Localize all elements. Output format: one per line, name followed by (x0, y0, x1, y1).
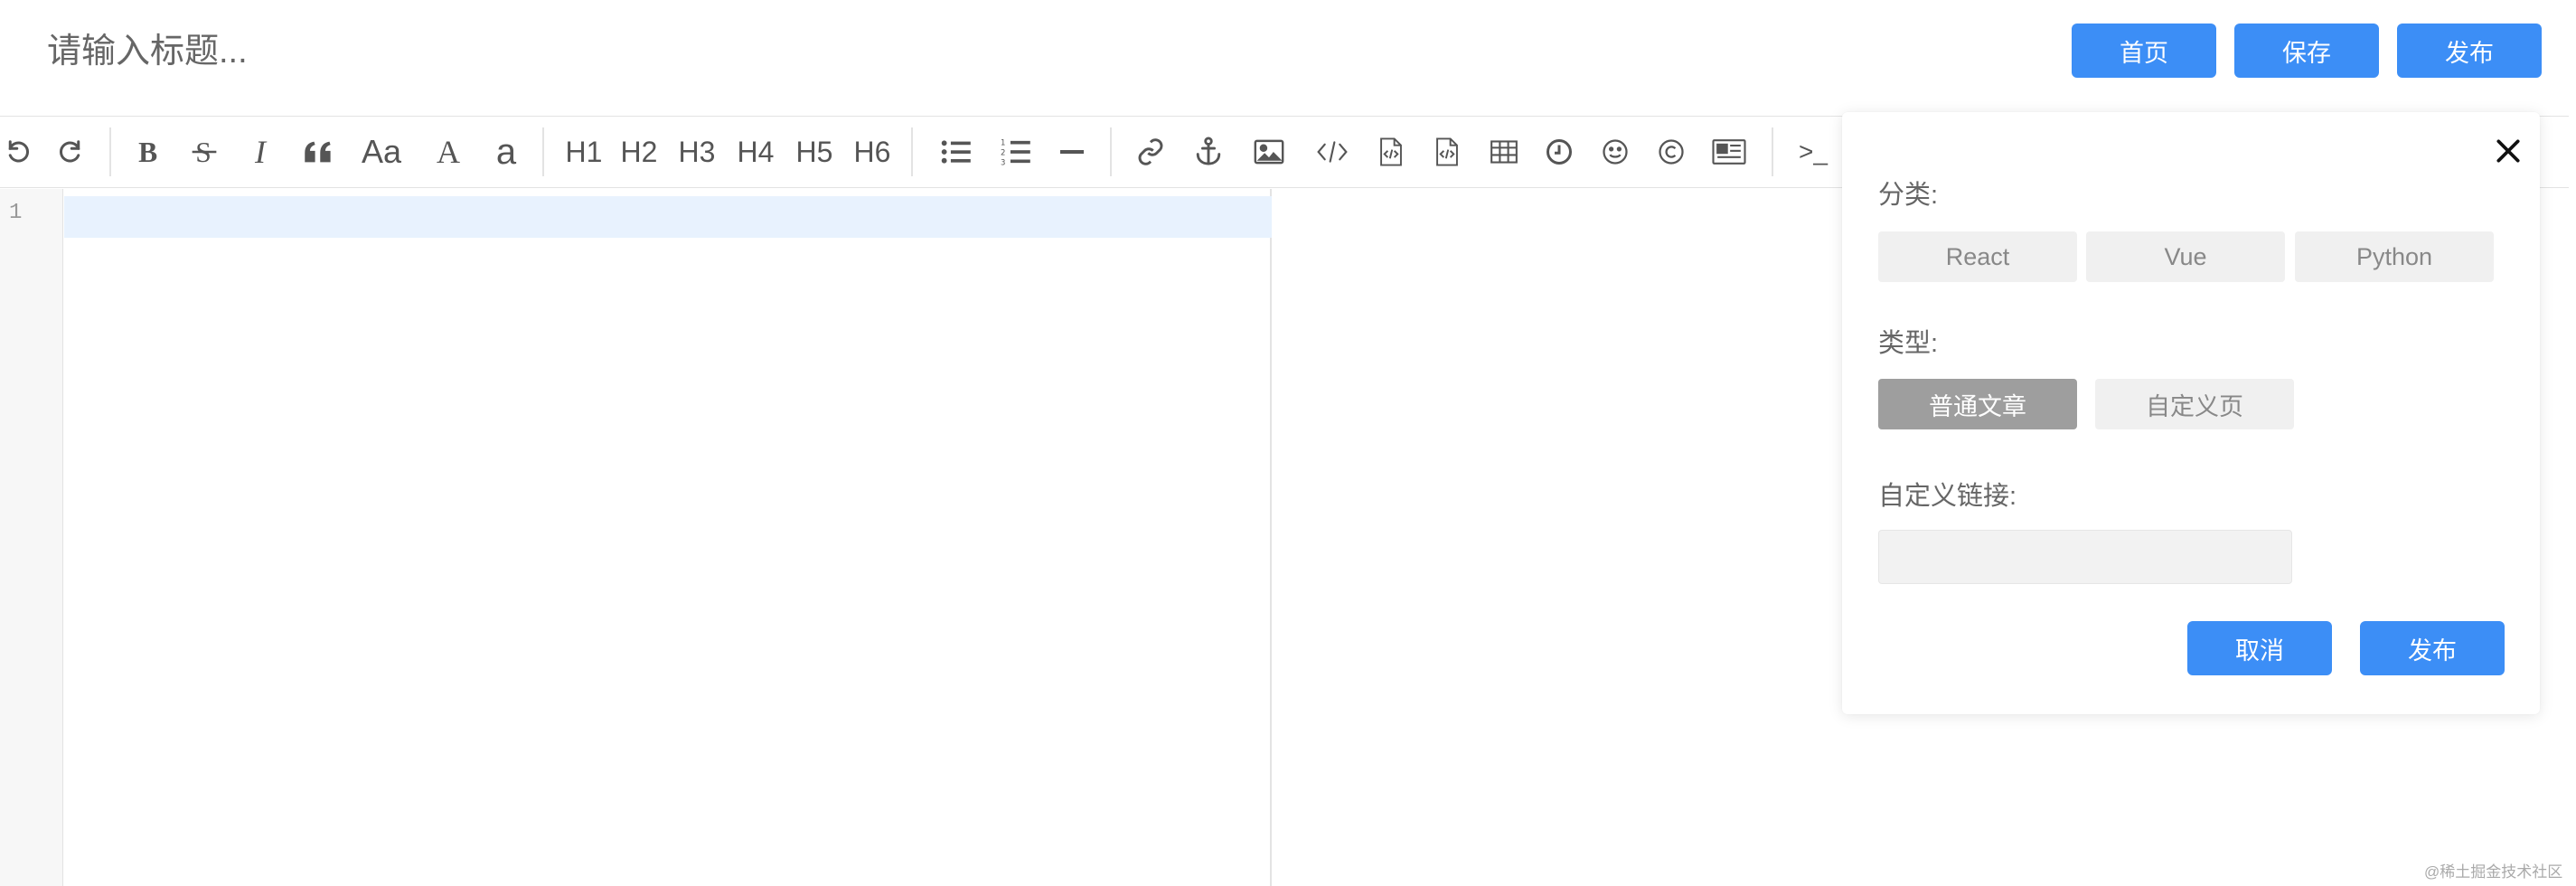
unordered-list-icon[interactable] (938, 117, 974, 187)
heading3-button[interactable]: H3 (676, 117, 718, 187)
quote-icon[interactable] (300, 117, 336, 187)
uppercase-icon[interactable]: A (432, 117, 465, 187)
italic-label: I (255, 134, 266, 170)
watermark: @稀土掘金技术社区 (2424, 863, 2563, 881)
code-file-icon[interactable] (1432, 117, 1462, 187)
h6-label: H6 (853, 135, 891, 168)
editor-header: 首页 保存 发布 (0, 0, 2576, 107)
h5-label: H5 (795, 135, 833, 168)
table-icon[interactable] (1488, 117, 1520, 187)
category-vue[interactable]: Vue (2086, 231, 2285, 282)
heading2-button[interactable]: H2 (618, 117, 660, 187)
category-react[interactable]: React (1878, 231, 2077, 282)
markdown-editor[interactable] (64, 189, 1272, 886)
svg-text:2: 2 (1001, 149, 1005, 158)
save-button[interactable]: 保存 (2234, 24, 2379, 78)
horizontal-rule-icon[interactable] (1058, 117, 1086, 187)
terminal-label: >_ (1799, 137, 1828, 165)
italic-icon[interactable]: I (246, 117, 275, 187)
type-custom-page[interactable]: 自定义页 (2095, 379, 2294, 429)
bold-icon[interactable]: B (132, 117, 165, 187)
svg-text:3: 3 (1001, 159, 1005, 166)
heading1-button[interactable]: H1 (564, 117, 604, 187)
svg-text:B: B (138, 137, 157, 167)
ordered-list-icon[interactable]: 123 (998, 117, 1034, 187)
line-number-gutter: 1 (0, 189, 63, 886)
type-label: 类型: (1878, 329, 1939, 358)
h4-label: H4 (737, 135, 775, 168)
title-input[interactable] (47, 20, 1312, 83)
custom-link-label: 自定义链接: (1878, 482, 2017, 511)
close-icon[interactable] (2486, 128, 2531, 174)
emoji-icon[interactable] (1600, 117, 1631, 187)
redo-icon[interactable] (54, 117, 87, 187)
copyright-icon[interactable] (1656, 117, 1687, 187)
heading6-button[interactable]: H6 (851, 117, 893, 187)
custom-link-input[interactable] (1878, 530, 2292, 584)
heading4-button[interactable]: H4 (735, 117, 776, 187)
publish-settings-panel: 分类: React Vue Python 类型: 普通文章 自定义页 自定义链接… (1842, 112, 2540, 714)
h3-label: H3 (678, 135, 716, 168)
undo-icon[interactable] (2, 117, 34, 187)
type-normal-article[interactable]: 普通文章 (1878, 379, 2077, 429)
code-block-icon[interactable] (1376, 117, 1406, 187)
heading5-button[interactable]: H5 (794, 117, 835, 187)
lowercase-label: a (495, 131, 517, 172)
terminal-icon[interactable]: >_ (1795, 117, 1831, 187)
link-icon[interactable] (1133, 117, 1168, 187)
code-icon[interactable] (1314, 117, 1350, 187)
font-size-icon[interactable]: Aa (358, 117, 405, 187)
h1-label: H1 (565, 135, 603, 168)
strikethrough-icon[interactable]: S (188, 117, 221, 187)
svg-text:1: 1 (1001, 139, 1005, 148)
clock-icon[interactable] (1544, 117, 1575, 187)
publish-button[interactable]: 发布 (2397, 24, 2542, 78)
h2-label: H2 (620, 135, 658, 168)
anchor-icon[interactable] (1191, 117, 1226, 187)
uppercase-label: A (437, 134, 460, 170)
active-line-highlight (64, 196, 1272, 238)
font-size-label: Aa (361, 133, 402, 170)
category-python[interactable]: Python (2295, 231, 2494, 282)
cancel-button[interactable]: 取消 (2187, 621, 2332, 675)
image-icon[interactable] (1251, 117, 1287, 187)
lowercase-icon[interactable]: a (492, 117, 521, 187)
confirm-publish-button[interactable]: 发布 (2360, 621, 2505, 675)
line-number: 1 (9, 201, 23, 225)
category-label: 分类: (1878, 181, 1939, 210)
home-button[interactable]: 首页 (2072, 24, 2216, 78)
page-break-icon[interactable] (1710, 117, 1748, 187)
